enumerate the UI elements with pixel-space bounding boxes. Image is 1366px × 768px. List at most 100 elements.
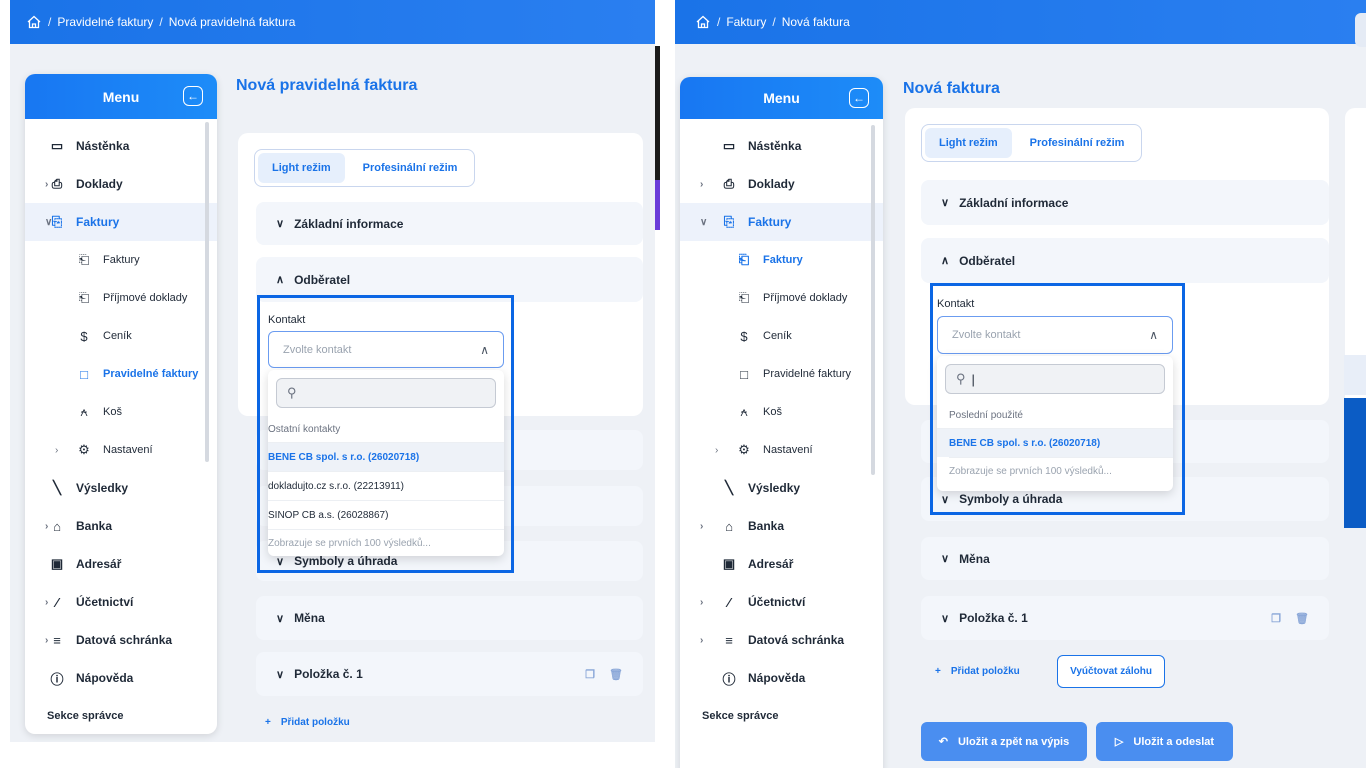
menu-item[interactable]: › ⎙ Doklady (680, 165, 883, 203)
section-title: Odběratel (959, 253, 1016, 268)
menu-list: ▭ Nástěnka › ⎙ Doklady ∨ ⎘ Faktury ⎗ Faktury ⎗ Příj… (680, 119, 883, 735)
chevron-right-icon: › (45, 520, 49, 532)
section-basic-info[interactable]: ∨ Základní informace (256, 202, 643, 245)
advance-invoice-button[interactable]: Vyúčtovat zálohu (1057, 655, 1165, 688)
section-currency[interactable]: ∨ Měna (921, 537, 1329, 580)
chevron-right-icon: › (45, 634, 49, 646)
bank-icon: ⌂ (725, 518, 733, 534)
menu-scrollbar[interactable] (205, 122, 209, 462)
menu-item[interactable]: ⍲ Koš (25, 393, 217, 431)
menu-item[interactable]: □ Pravidelné faktury (25, 355, 217, 393)
section-item[interactable]: ∨ Položka č. 1 ❐ 🗑 (921, 596, 1329, 640)
menu-item[interactable]: › ⚙ Nastavení (680, 431, 883, 469)
menu-item[interactable]: ∨ ⎘ Faktury (680, 203, 883, 241)
chevron-right-icon: › (715, 444, 719, 456)
save-back-button[interactable]: ↶ Uložit a zpět na výpis (921, 722, 1087, 761)
copy-icon[interactable]: ❐ (1271, 612, 1281, 625)
menu-item[interactable]: ∨ ⎘ Faktury (25, 203, 217, 241)
menu-item[interactable]: › ⎙ Doklady (25, 165, 217, 203)
gear-icon: ⚙ (738, 442, 750, 457)
section-customer[interactable]: ∧ Odběratel (921, 238, 1329, 283)
menu-item[interactable]: □ Pravidelné faktury (680, 355, 883, 393)
menu-item-label: Ceník (763, 330, 792, 342)
menu-item[interactable]: ⎗ Faktury (680, 241, 883, 279)
add-item-button[interactable]: + Přidat položku (265, 717, 350, 728)
menu-item-label: Nastavení (763, 444, 813, 456)
menu-item[interactable]: ⎗ Příjmové doklady (25, 279, 217, 317)
menu-item[interactable]: › ⌂ Banka (25, 507, 217, 545)
section-item[interactable]: ∨ Položka č. 1 ❐ 🗑 (256, 652, 643, 696)
chevron-right-icon: › (45, 178, 49, 190)
chevron-down-icon: ∨ (276, 218, 285, 230)
menu-item[interactable]: ⓘ Nápověda (680, 659, 883, 697)
home-icon[interactable] (26, 14, 42, 30)
chevron-down-icon: ∨ (941, 553, 950, 565)
menu-item[interactable]: › ∕ Účetnictví (25, 583, 217, 621)
menu-item-label: Výsledky (76, 481, 129, 495)
plus-icon: + (265, 717, 271, 728)
save-back-label: Uložit a zpět na výpis (957, 735, 1070, 748)
pro-mode-tab[interactable]: Profesinální režim (1016, 128, 1139, 158)
menu-item-label: Banka (748, 519, 785, 533)
pro-mode-tab[interactable]: Profesinální režim (349, 153, 472, 183)
copy-icon[interactable]: ❐ (585, 668, 595, 681)
breadcrumb-item: Nová faktura (781, 15, 850, 29)
section-basic-info[interactable]: ∨ Základní informace (921, 180, 1329, 225)
menu-item-label: Nastavení (103, 444, 153, 456)
menu-item[interactable]: ▭ Nástěnka (25, 127, 217, 165)
menu-item[interactable]: › ∕ Účetnictví (680, 583, 883, 621)
menu-item[interactable]: ╲ Výsledky (680, 469, 883, 507)
document-icon: ⎗ (738, 252, 750, 267)
menu-list: ▭ Nástěnka › ⎙ Doklady ∨ ⎘ Faktury ⎗ Faktury ⎗ Příj… (25, 119, 217, 734)
menu-item-label: Doklady (748, 177, 795, 191)
collapse-menu-icon[interactable]: ← (849, 88, 869, 108)
info-icon: ⓘ (50, 671, 64, 687)
menu-item-label: Faktury (763, 254, 803, 266)
menu-item-label: Adresář (76, 557, 122, 571)
menu-item[interactable]: ▭ Nástěnka (680, 127, 883, 165)
save-send-button[interactable]: ▷ Uložit a odeslat (1096, 722, 1233, 761)
menu-scrollbar[interactable] (871, 125, 875, 475)
menu-item[interactable]: ⎗ Příjmové doklady (680, 279, 883, 317)
highlight-box (257, 295, 514, 573)
list-icon: ≡ (725, 632, 733, 648)
menu-item[interactable]: $ Ceník (680, 317, 883, 355)
section-currency[interactable]: ∨ Měna (256, 596, 643, 640)
pen-icon: ∕ (727, 594, 731, 610)
menu-header: Menu ← (680, 77, 883, 119)
menu-item[interactable]: ▣ Adresář (25, 545, 217, 583)
bank-icon: ⌂ (53, 518, 61, 534)
light-mode-tab[interactable]: Light režim (925, 128, 1012, 158)
menu-item-label: Pravidelné faktury (763, 368, 852, 380)
breadcrumb-item: Nová pravidelná faktura (168, 15, 296, 29)
plus-icon: + (935, 666, 941, 677)
menu-item[interactable]: › ≡ Datová schránka (25, 621, 217, 659)
top-right-control[interactable] (1355, 13, 1366, 47)
light-mode-tab[interactable]: Light režim (258, 153, 345, 183)
dollar-icon: $ (740, 328, 748, 344)
invoice-icon: ⎘ (723, 214, 735, 229)
home-icon[interactable] (695, 14, 711, 30)
trash-icon[interactable]: 🗑 (1295, 612, 1309, 625)
menu-item[interactable]: › ⌂ Banka (680, 507, 883, 545)
sidebar-menu: Menu ← ▭ Nástěnka › ⎙ Doklady ∨ ⎘ Faktury ⎗ Faktu… (25, 74, 217, 734)
admin-section-title: Sekce správce (47, 710, 124, 722)
add-item-button[interactable]: + Přidat položku (935, 666, 1020, 677)
menu-item[interactable]: › ⚙ Nastavení (25, 431, 217, 469)
trash-icon[interactable]: 🗑 (609, 668, 623, 681)
section-title: Měna (959, 551, 990, 566)
calendar-icon: □ (740, 366, 748, 382)
menu-item[interactable]: › ≡ Datová schránka (680, 621, 883, 659)
mode-toggle: Light režim Profesinální režim (921, 124, 1143, 162)
menu-item[interactable]: ⓘ Nápověda (25, 659, 217, 697)
breadcrumb-item[interactable]: Faktury (726, 15, 766, 29)
menu-item[interactable]: ⎗ Faktury (25, 241, 217, 279)
chevron-down-icon: ∨ (700, 216, 708, 228)
menu-item[interactable]: ╲ Výsledky (25, 469, 217, 507)
menu-item[interactable]: ⍲ Koš (680, 393, 883, 431)
collapse-menu-icon[interactable]: ← (183, 86, 203, 106)
save-send-label: Uložit a odeslat (1133, 735, 1215, 748)
menu-item[interactable]: $ Ceník (25, 317, 217, 355)
menu-item[interactable]: ▣ Adresář (680, 545, 883, 583)
breadcrumb-item[interactable]: Pravidelné faktury (57, 15, 153, 29)
